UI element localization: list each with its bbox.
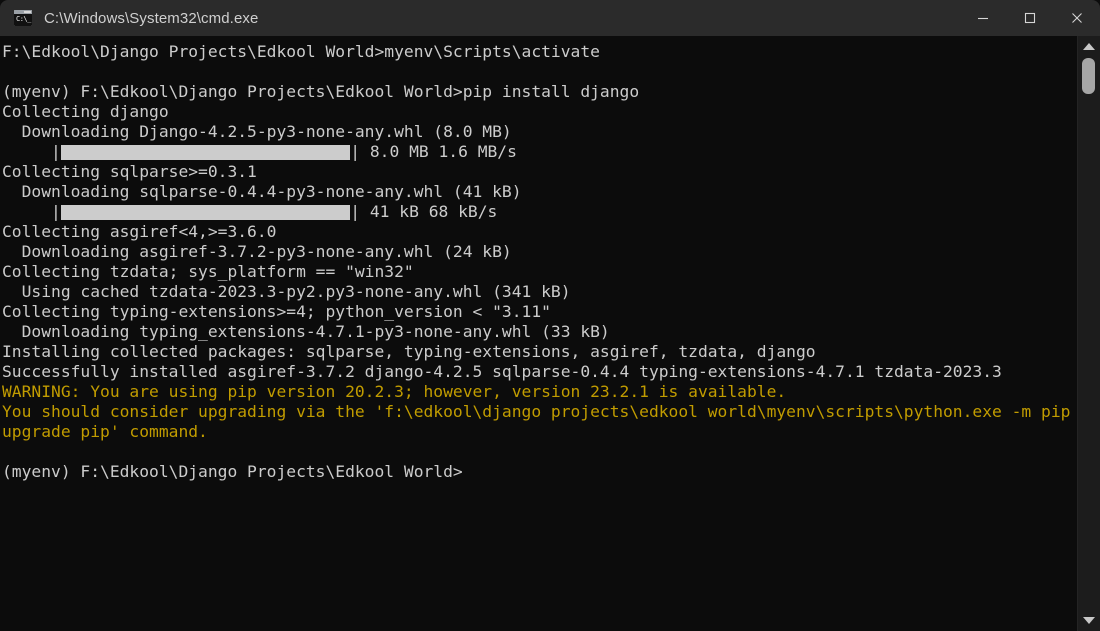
window-title: C:\Windows\System32\cmd.exe: [44, 9, 259, 27]
scroll-down-arrow-icon: [1083, 617, 1095, 624]
cmd-window: C:\_ C:\Windows\System32\cmd.exe F:\Edko…: [0, 0, 1100, 631]
maximize-button[interactable]: [1006, 0, 1053, 36]
progress-indent: [2, 202, 51, 222]
progress-stats: 41 kB 68 kB/s: [360, 202, 498, 221]
scroll-up-button[interactable]: [1078, 38, 1100, 55]
progress-fill: [60, 204, 351, 220]
download-progress-bar: | | 8.0 MB 1.6 MB/s: [2, 142, 1077, 162]
console-line: Downloading Django-4.2.5-py3-none-any.wh…: [2, 122, 512, 141]
maximize-icon: [1024, 12, 1035, 24]
vertical-scrollbar[interactable]: [1077, 36, 1100, 631]
console-line: Downloading sqlparse-0.4.4-py3-none-any.…: [2, 182, 522, 201]
progress-indent: [2, 142, 51, 162]
close-icon: [1071, 13, 1082, 23]
console-line: Collecting sqlparse>=0.3.1: [2, 162, 257, 181]
console-line: Collecting asgiref<4,>=3.6.0: [2, 222, 277, 241]
console-line: Using cached tzdata-2023.3-py2.py3-none-…: [2, 282, 571, 301]
minimize-icon: [977, 17, 988, 20]
cmd-console-icon: C:\_: [14, 10, 32, 26]
console-line: (myenv) F:\Edkool\Django Projects\Edkool…: [2, 462, 463, 481]
console-line: Installing collected packages: sqlparse,…: [2, 342, 816, 361]
console-warning-line: You should consider upgrading via the 'f…: [2, 402, 1077, 421]
close-button[interactable]: [1053, 0, 1100, 36]
icon-prompt-glyph: C:\_: [16, 15, 31, 23]
minimize-button[interactable]: [959, 0, 1006, 36]
console-line: (myenv) F:\Edkool\Django Projects\Edkool…: [2, 82, 640, 101]
progress-right-bracket: |: [350, 202, 361, 221]
console-warning-line: upgrade pip' command.: [2, 422, 208, 441]
title-bar-left: C:\_ C:\Windows\System32\cmd.exe: [0, 10, 959, 27]
download-progress-bar: | | 41 kB 68 kB/s: [2, 202, 1077, 222]
console-line: Downloading asgiref-3.7.2-py3-none-any.w…: [2, 242, 512, 261]
scroll-up-arrow-icon: [1083, 43, 1095, 50]
console-line: Collecting typing-extensions>=4; python_…: [2, 302, 551, 321]
progress-fill: [60, 144, 351, 160]
terminal-area: F:\Edkool\Django Projects\Edkool World>m…: [0, 36, 1100, 631]
console-line: Collecting django: [2, 102, 169, 121]
console-line: Downloading typing_extensions-4.7.1-py3-…: [2, 322, 610, 341]
console-warning-line: WARNING: You are using pip version 20.2.…: [2, 382, 787, 401]
progress-right-bracket: |: [350, 142, 361, 161]
console-line: Successfully installed asgiref-3.7.2 dja…: [2, 362, 1002, 381]
console-output[interactable]: F:\Edkool\Django Projects\Edkool World>m…: [0, 36, 1077, 631]
console-line: Collecting tzdata; sys_platform == "win3…: [2, 262, 414, 281]
progress-left-bracket: |: [51, 142, 61, 161]
progress-left-bracket: |: [51, 202, 61, 221]
window-controls: [959, 0, 1100, 36]
title-bar[interactable]: C:\_ C:\Windows\System32\cmd.exe: [0, 0, 1100, 36]
scroll-down-button[interactable]: [1078, 612, 1100, 629]
console-line: F:\Edkool\Django Projects\Edkool World>m…: [2, 42, 600, 61]
scroll-thumb[interactable]: [1082, 58, 1095, 94]
progress-stats: 8.0 MB 1.6 MB/s: [360, 142, 517, 161]
